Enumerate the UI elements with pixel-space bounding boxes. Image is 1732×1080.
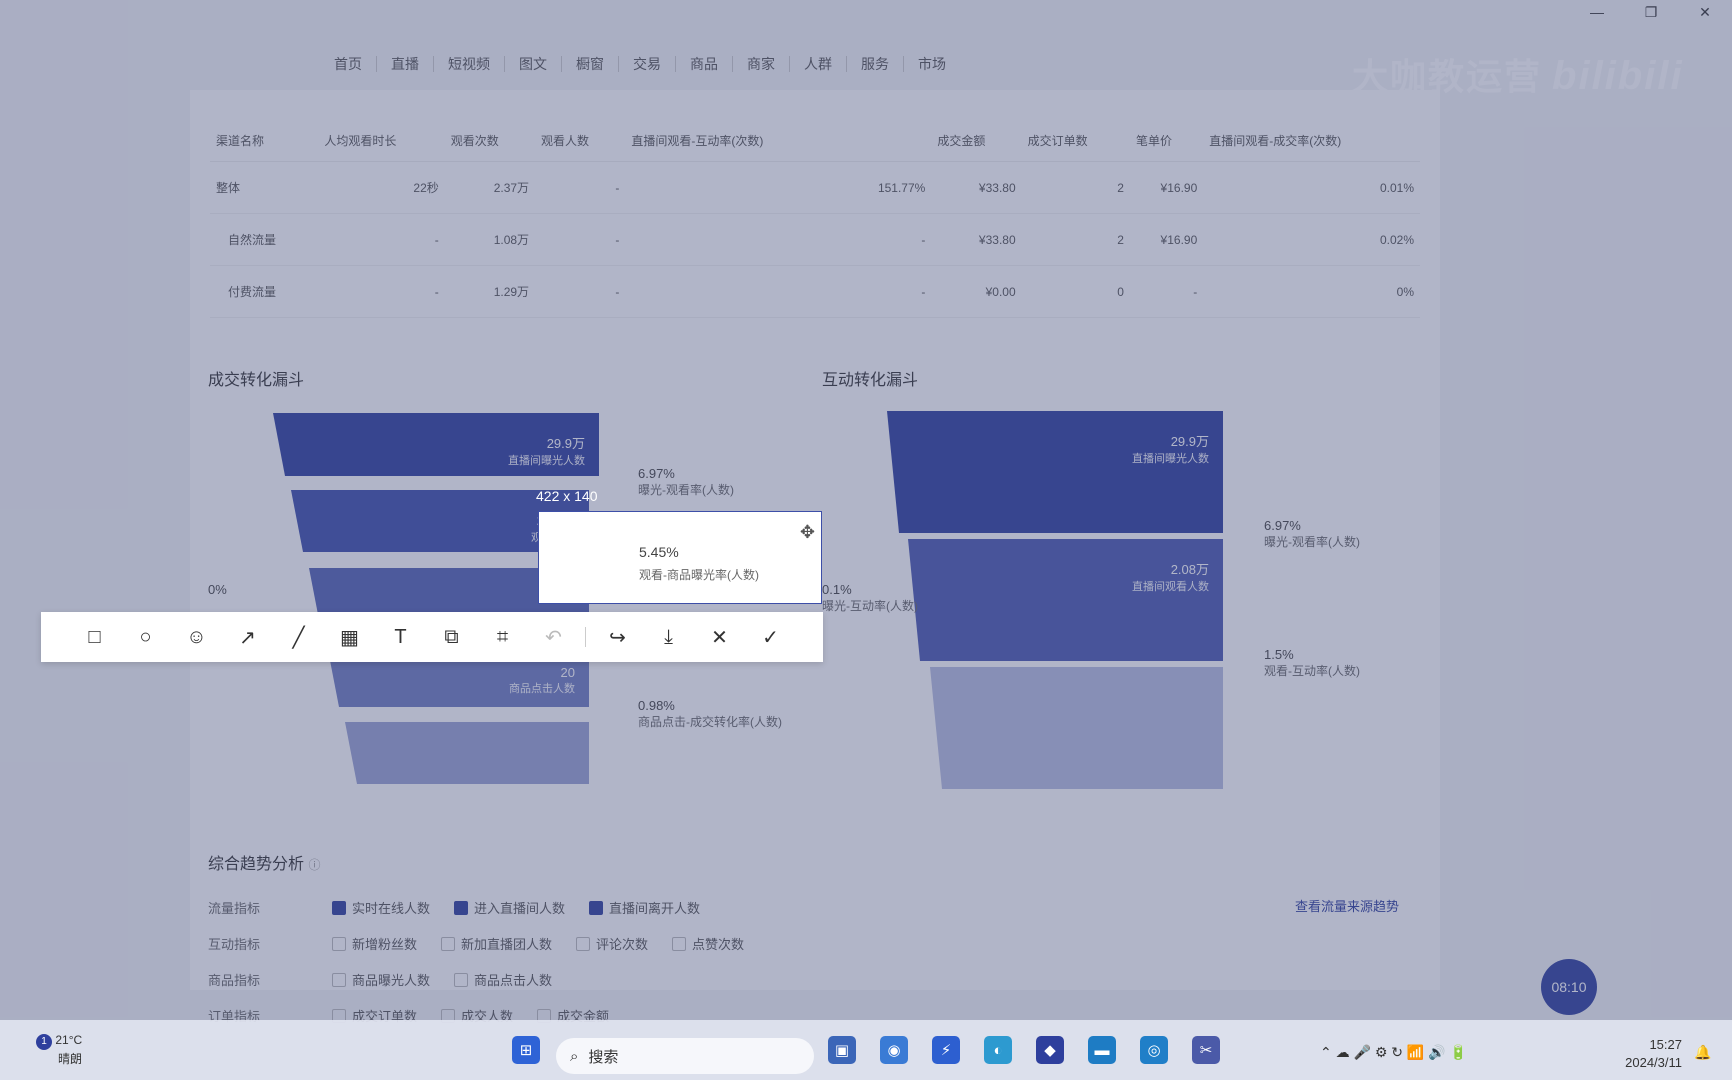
edge-icon[interactable]: ◎ [1140,1036,1168,1064]
move-icon[interactable]: ✥ [800,522,815,543]
taskbar-search[interactable]: ⌕ 搜索 [556,1038,814,1074]
toolbar-divider [585,627,586,647]
task-view-icon[interactable]: ▣ [828,1036,856,1064]
share-icon[interactable]: ↪ [592,612,643,662]
selection-rate: 5.45% [639,544,679,560]
copy-tool-icon[interactable]: ⧉ [426,612,477,662]
emoji-tool-icon[interactable]: ☺ [171,612,222,662]
weather-icon: 1 [36,1034,52,1050]
capture-toolbar: □ ○ ☺ ↗ ╱ ▦ T ⧉ ⌗ ↶ ↪ ⤓ ✕ ✓ [41,612,823,662]
start-icon[interactable]: ⊞ [512,1036,540,1064]
ocr-tool-icon[interactable]: ⌗ [477,612,528,662]
search-icon: ⌕ [570,1047,579,1065]
screenshot-overlay [0,0,1732,1080]
taskbar [0,1020,1732,1080]
app-icon-4[interactable]: ▬ [1088,1036,1116,1064]
confirm-icon[interactable]: ✓ [745,612,796,662]
mosaic-tool-icon[interactable]: ▦ [324,612,375,662]
arrow-tool-icon[interactable]: ↗ [222,612,273,662]
close-icon[interactable]: ✕ [694,612,745,662]
snipping-tool-icon[interactable]: ✂ [1192,1036,1220,1064]
ellipse-tool-icon[interactable]: ○ [120,612,171,662]
capture-selection[interactable]: 5.45% 观看-商品曝光率(人数) ✥ [538,511,822,604]
notification-bell-icon[interactable]: 🔔 [1694,1044,1711,1061]
selection-size-label: 422 x 140 [536,488,598,504]
weather-widget[interactable]: 1 21°C 晴朗 [36,1033,82,1067]
chat-app-icon[interactable]: ◉ [880,1036,908,1064]
selection-rate-label: 观看-商品曝光率(人数) [639,568,759,582]
undo-icon[interactable]: ↶ [528,612,579,662]
download-icon[interactable]: ⤓ [643,612,694,662]
app-icon-2[interactable]: ◐ [984,1036,1012,1064]
pen-tool-icon[interactable]: ╱ [273,612,324,662]
text-tool-icon[interactable]: T [375,612,426,662]
system-clock[interactable]: 15:27 2024/3/11 [1625,1036,1682,1072]
app-icon-3[interactable]: ◆ [1036,1036,1064,1064]
app-icon[interactable]: ⚡ [932,1036,960,1064]
tray-icons[interactable]: ⌃ ☁ 🎤 ⚙ ↻ 📶 🔊 🔋 [1320,1044,1467,1061]
rectangle-tool-icon[interactable]: □ [69,612,120,662]
